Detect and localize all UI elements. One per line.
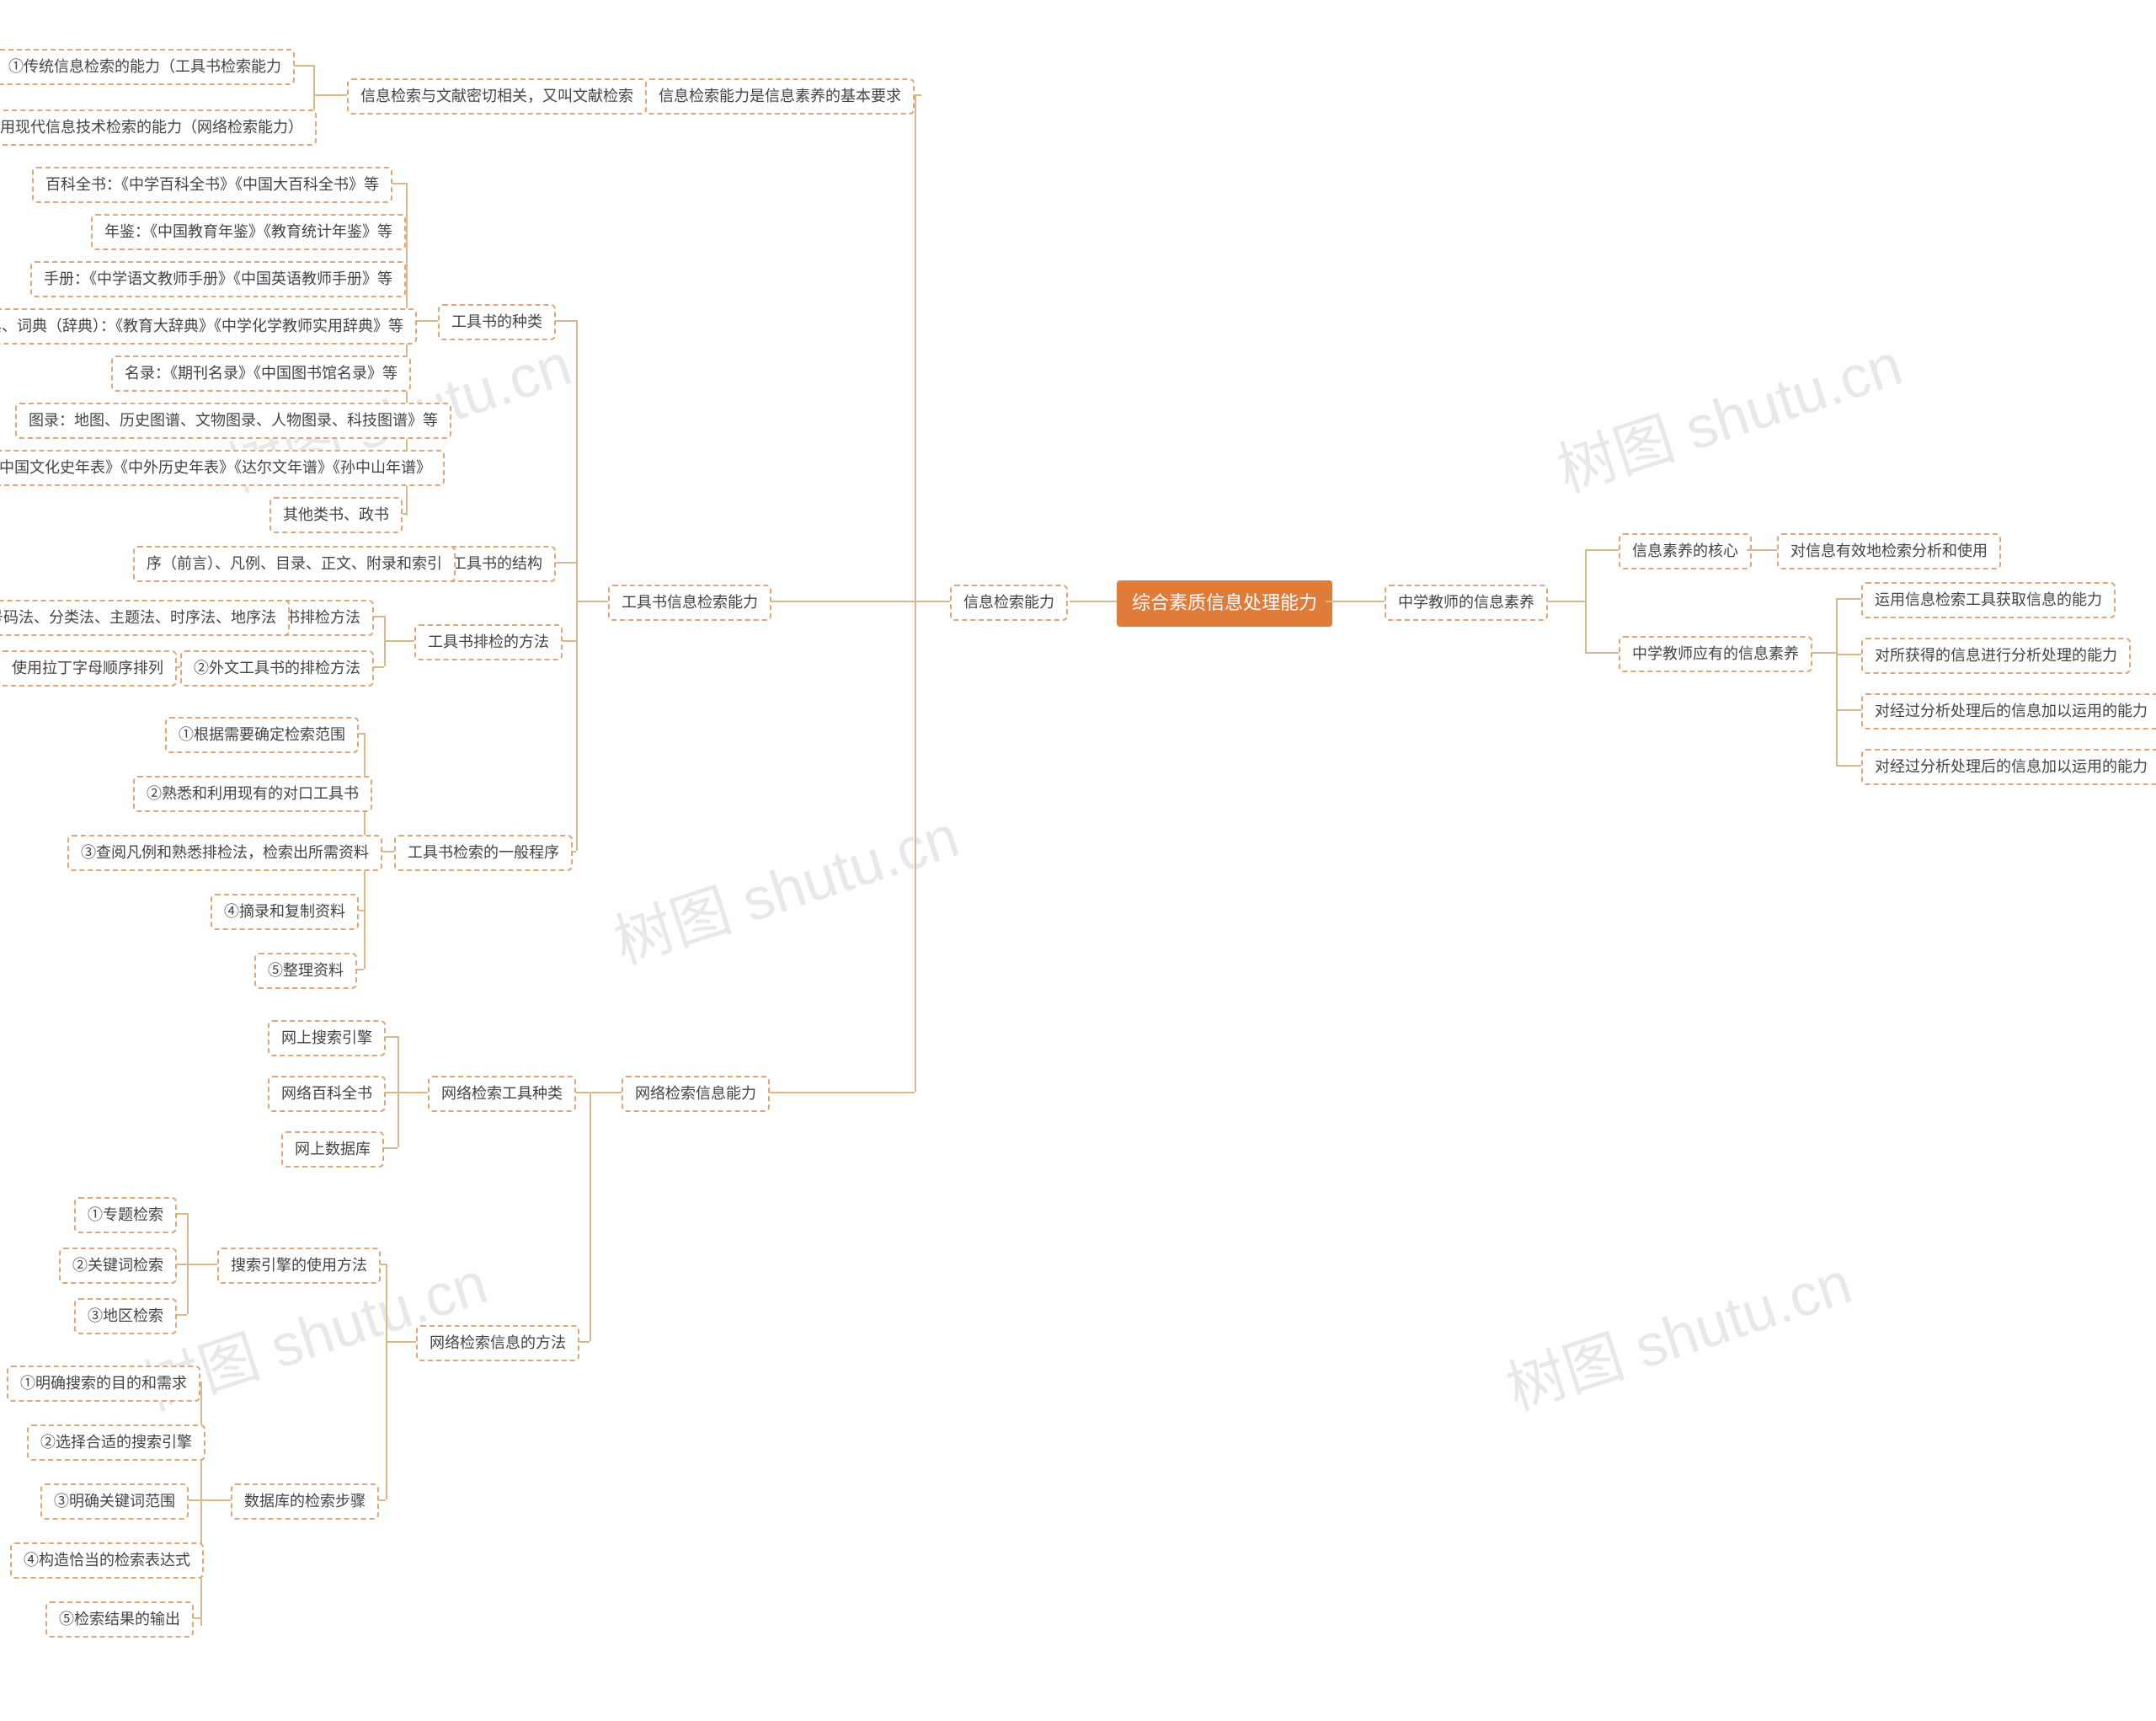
node-cn-index-leaf: 字顺排检，包括部首法、笔画笔形法、音序法、号码法、分类法、主题法、时序法、地序法: [0, 600, 290, 636]
node-toolbook-types: 工具书的种类: [438, 304, 556, 340]
connector: [386, 1341, 416, 1343]
node-toolbook-structure-leaf: 序（前言）、凡例、目录、正文、附录和索引: [133, 546, 456, 582]
node-modern-skill: ②运用现代信息技术检索的能力（网络检索能力）: [0, 110, 317, 146]
connector: [386, 1264, 387, 1499]
connector: [576, 320, 578, 851]
node-teacher-literacy: 中学教师的信息素养: [1385, 585, 1548, 621]
node-basic-req: 信息检索能力是信息素养的基本要求: [645, 78, 915, 115]
node-type-atlas: 图录：地图、历史图谱、文物图录、人物图录、科技图谱》等: [15, 403, 451, 439]
node-engine-l2: ②关键词检索: [59, 1248, 177, 1284]
node-toolbook-ability: 工具书信息检索能力: [608, 585, 771, 621]
node-proc-2: ②熟悉和利用现有的对口工具书: [133, 776, 372, 812]
connector: [398, 1092, 428, 1093]
root-node: 综合素质信息处理能力: [1117, 580, 1332, 627]
node-proc-3: ③查阅凡例和熟悉排检法，检索出所需资料: [67, 835, 382, 871]
node-db-l1: ①明确搜索的目的和需求: [7, 1366, 200, 1402]
node-proc-4: ④摘录和复制资料: [211, 894, 359, 930]
connector: [200, 1499, 231, 1501]
node-literacy-l1: 运用信息检索工具获取信息的能力: [1861, 582, 2116, 618]
node-network-ability: 网络检索信息能力: [622, 1076, 770, 1112]
connector: [1836, 598, 1861, 600]
node-type-handbook: 手册：《中学语文教师手册》《中国英语教师手册》等: [30, 261, 406, 297]
node-type-chronology: 表谱：《中国文化史年表》《中外历史年表》《达尔文年谱》《孙中山年谱》: [0, 450, 445, 486]
connector: [1836, 654, 1861, 655]
node-literacy-l4: 对经过分析处理后的信息加以运用的能力: [1861, 749, 2156, 785]
node-type-encyclopedia: 百科全书：《中学百科全书》《中国大百科全书》等: [32, 167, 392, 203]
node-type-other: 其他类书、政书: [270, 497, 403, 533]
connector: [1546, 601, 1585, 602]
node-literacy-should: 中学教师应有的信息素养: [1619, 636, 1812, 672]
watermark: 树图 shutu.cn: [1495, 1236, 1861, 1427]
node-literacy-l3: 对经过分析处理后的信息加以运用的能力: [1861, 693, 2156, 730]
connector: [187, 1264, 217, 1265]
connector: [590, 1092, 591, 1341]
node-db-l4: ④构造恰当的检索表达式: [10, 1542, 204, 1579]
watermark: 树图 shutu.cn: [602, 789, 969, 981]
node-search-ability: 信息检索能力: [950, 585, 1068, 621]
connector: [590, 1092, 622, 1093]
connector: [1836, 598, 1838, 767]
node-foreign-index: ②外文工具书的排检方法: [180, 650, 374, 687]
node-proc-1: ①根据需要确定检索范围: [165, 717, 359, 753]
connector: [915, 94, 916, 1092]
connector: [1326, 601, 1385, 602]
node-net-database: 网上数据库: [281, 1131, 384, 1168]
connector: [1585, 549, 1587, 652]
node-db-l5: ⑤检索结果的输出: [45, 1601, 194, 1638]
connector: [1811, 652, 1836, 654]
node-db-l3: ③明确关键词范围: [40, 1483, 189, 1520]
node-engine-l1: ①专题检索: [74, 1197, 177, 1233]
node-db-steps: 数据库的检索步骤: [231, 1483, 379, 1520]
node-literacy-core: 信息素养的核心: [1619, 533, 1752, 569]
connector: [187, 1213, 189, 1314]
node-engine-usage: 搜索引擎的使用方法: [217, 1248, 381, 1284]
connector: [384, 616, 386, 666]
node-type-dictionary: 字典、词典（辞典）：《教育大辞典》《中学化学教师实用辞典》等: [0, 308, 417, 345]
connector: [915, 601, 950, 602]
connector: [766, 1092, 915, 1093]
node-net-tool-types: 网络检索工具种类: [428, 1076, 576, 1112]
connector: [766, 601, 915, 602]
node-foreign-index-leaf: 使用拉丁字母顺序排列: [0, 650, 177, 687]
connector: [1585, 549, 1619, 551]
connector: [313, 94, 347, 96]
node-literacy-l2: 对所获得的信息进行分析处理的能力: [1861, 638, 2131, 674]
node-index-methods: 工具书排检的方法: [414, 624, 563, 660]
connector: [200, 1382, 202, 1626]
node-db-l2: ②选择合适的搜索引擎: [27, 1424, 205, 1461]
connector: [1747, 549, 1777, 551]
connector: [1585, 652, 1619, 654]
node-doc-search: 信息检索与文献密切相关，又叫文献检索: [347, 78, 647, 115]
node-type-yearbook: 年鉴：《中国教育年鉴》《教育统计年鉴》等: [91, 214, 406, 250]
node-net-methods: 网络检索信息的方法: [416, 1325, 579, 1361]
watermark: 树图 shutu.cn: [1545, 318, 1912, 509]
node-proc-5: ⑤整理资料: [254, 953, 357, 989]
node-literacy-core-leaf: 对信息有效地检索分析和使用: [1777, 533, 2001, 569]
node-toolbook-structure: 工具书的结构: [438, 546, 556, 582]
node-search-engine: 网上搜索引擎: [268, 1020, 386, 1056]
connector: [1836, 709, 1861, 711]
connector: [1836, 765, 1861, 767]
node-trad-skill: ①传统信息检索的能力（工具书检索能力: [0, 49, 295, 85]
node-search-process: 工具书检索的一般程序: [394, 835, 573, 871]
connector: [384, 640, 414, 642]
node-net-encyclopedia: 网络百科全书: [268, 1076, 386, 1112]
connector: [576, 601, 608, 602]
connector: [398, 1036, 399, 1147]
node-engine-l3: ③地区检索: [74, 1298, 177, 1334]
connector: [1070, 601, 1117, 602]
node-type-directory: 名录：《期刊名录》《中国图书馆名录》等: [111, 355, 411, 392]
